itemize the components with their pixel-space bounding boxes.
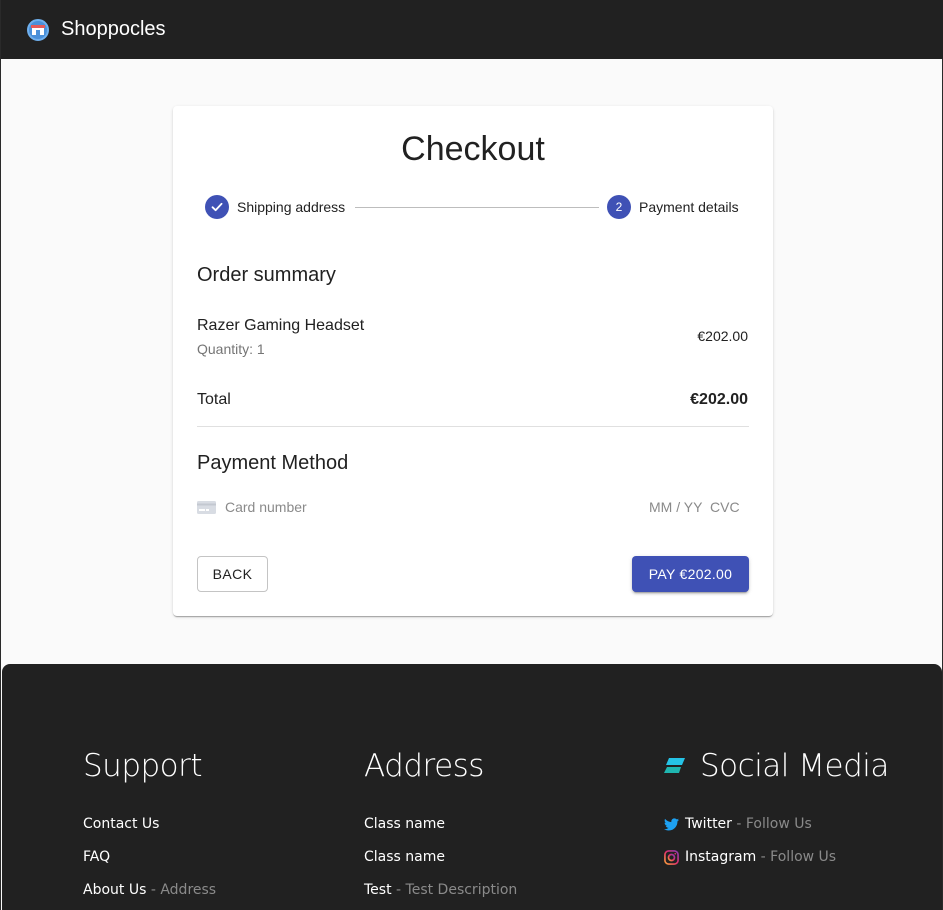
shop-icon[interactable] (27, 18, 49, 41)
item-name: Razer Gaming Headset (197, 317, 365, 334)
address-heading: Address (364, 748, 484, 784)
footer-link-class-name[interactable]: Class name (364, 816, 445, 832)
app-title[interactable]: Shoppocles (61, 18, 166, 41)
social-media-icon (664, 758, 685, 773)
link-text: Class name (364, 849, 445, 865)
total-label: Total (197, 391, 231, 408)
link-text: Class name (364, 816, 445, 832)
app-bar: Shoppocles (1, 0, 943, 59)
step-label: Shipping address (237, 199, 346, 215)
step-payment-details[interactable]: 2 Payment details (607, 195, 739, 219)
link-text: Test (364, 882, 392, 898)
link-text: Instagram (685, 849, 757, 865)
check-icon (205, 195, 229, 219)
support-heading: Support (83, 748, 203, 784)
footer-link-about-us[interactable]: About Us - Address (83, 882, 216, 898)
link-text: About Us (83, 882, 147, 898)
item-quantity: Quantity: 1 (197, 341, 265, 357)
order-summary-heading: Order summary (197, 264, 336, 286)
step-number-badge: 2 (607, 195, 631, 219)
payment-method-heading: Payment Method (197, 452, 349, 474)
link-suffix: - Test Description (391, 882, 518, 898)
credit-card-icon (197, 501, 216, 514)
link-text: FAQ (83, 849, 111, 865)
back-button[interactable]: BACK (197, 556, 268, 592)
step-connector (355, 207, 599, 208)
footer-link-instagram[interactable]: Instagram - Follow Us (664, 849, 836, 865)
checkout-stepper: Shipping address 2 Payment details (205, 195, 741, 219)
footer: Support Contact Us FAQ About Us - Addres… (2, 664, 942, 910)
social-media-heading: Social Media (664, 748, 889, 784)
item-price: €202.00 (697, 328, 748, 344)
cvc-field[interactable]: CVC (710, 499, 740, 515)
footer-link-faq[interactable]: FAQ (83, 849, 110, 865)
twitter-icon (664, 817, 679, 830)
checkout-card: Checkout Shipping address 2 Payment deta… (173, 106, 773, 616)
link-text: Twitter (685, 816, 732, 832)
heading-text: Social Media (700, 748, 889, 784)
instagram-icon (664, 849, 679, 865)
link-suffix: - Follow Us (756, 849, 837, 865)
link-text: Contact Us (83, 816, 160, 832)
expiry-field[interactable]: MM / YY (649, 499, 702, 515)
link-suffix: - Address (146, 882, 217, 898)
footer-link-contact-us[interactable]: Contact Us (83, 816, 159, 832)
step-shipping-address[interactable]: Shipping address (205, 195, 345, 219)
card-number-field[interactable]: Card number (225, 499, 307, 515)
total-value: €202.00 (690, 391, 748, 408)
page-title: Checkout (401, 130, 545, 168)
step-label: Payment details (639, 199, 739, 215)
footer-link-twitter[interactable]: Twitter - Follow Us (664, 816, 812, 832)
link-suffix: - Follow Us (731, 816, 812, 832)
pay-button[interactable]: PAY €202.00 (632, 556, 749, 592)
footer-link-class-name[interactable]: Class name (364, 849, 445, 865)
card-element-input[interactable]: Card number MM / YY CVC (197, 498, 741, 516)
footer-link-test[interactable]: Test - Test Description (364, 882, 517, 898)
divider (197, 426, 749, 427)
